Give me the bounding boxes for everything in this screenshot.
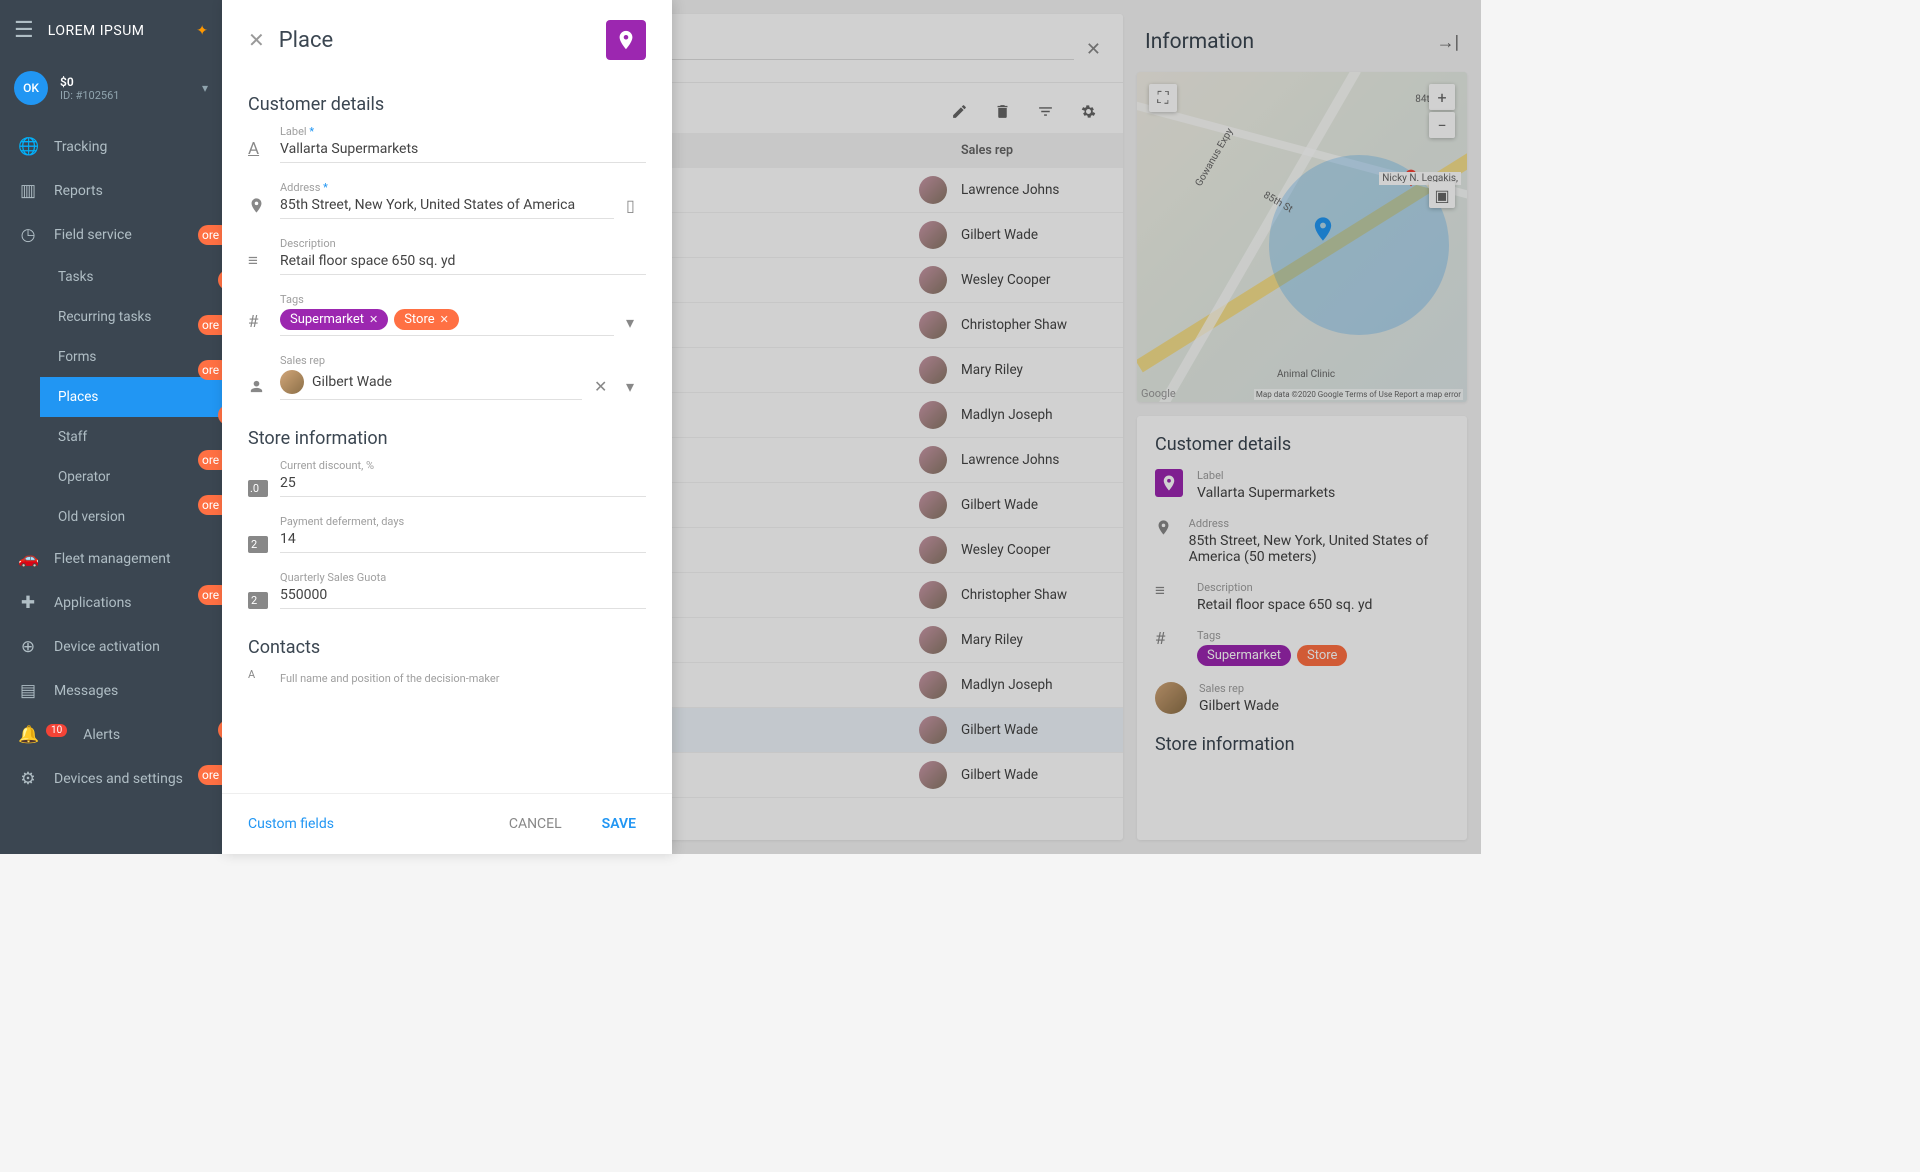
rep-avatar	[280, 370, 304, 394]
add-device-icon: ⊕	[18, 637, 38, 657]
text-icon: A	[248, 668, 268, 685]
disc-label: Current discount, %	[280, 459, 646, 472]
chevron-down-icon[interactable]: ▾	[626, 377, 646, 400]
fullname-label: Full name and position of the decision-m…	[280, 672, 646, 685]
chevron-down-icon: ▾	[202, 81, 208, 95]
chevron-down-icon[interactable]: ▾	[626, 313, 646, 336]
person-icon	[248, 376, 268, 400]
place-modal: ✕ Place Customer details A Label * Valla…	[222, 0, 672, 854]
disc-field[interactable]: 25	[280, 472, 646, 496]
address-field[interactable]: 85th Street, New York, United States of …	[280, 194, 614, 218]
alerts-badge: 10	[46, 724, 67, 737]
nav-fleet[interactable]: 🚗Fleet management	[0, 537, 222, 581]
decimal-icon: .0	[248, 480, 268, 497]
nav-places[interactable]: Places	[40, 377, 222, 417]
modal-title: Place	[279, 28, 592, 53]
nav-old[interactable]: Old version	[40, 497, 222, 537]
nav-field-service[interactable]: ◷Field service▴	[0, 213, 222, 257]
tags-field-label: Tags	[280, 293, 614, 306]
nav-forms[interactable]: Forms	[40, 337, 222, 377]
close-icon[interactable]: ✕	[248, 28, 265, 52]
nav-operator[interactable]: Operator	[40, 457, 222, 497]
chart-icon: ▥	[18, 181, 38, 201]
account-id: ID: #102561	[60, 89, 190, 102]
sidebar: ☰ LOREM IPSUM ✦ OK $0 ID: #102561 ▾ 🌐Tra…	[0, 0, 222, 854]
nav-tasks[interactable]: Tasks	[40, 257, 222, 297]
rep-field[interactable]: Gilbert Wade	[280, 367, 582, 399]
account-switcher[interactable]: OK $0 ID: #102561 ▾	[0, 61, 222, 125]
bell-icon: 🔔	[18, 725, 38, 745]
text-format-icon: A	[248, 139, 268, 163]
nav-staff[interactable]: Staff	[40, 417, 222, 457]
nav-devices[interactable]: ⚙Devices and settings	[0, 757, 222, 801]
address-field-label: Address	[280, 181, 320, 194]
remove-tag-icon[interactable]: ✕	[440, 313, 449, 326]
globe-icon: 🌐	[18, 137, 38, 157]
defer-field[interactable]: 14	[280, 528, 646, 552]
nav-recurring[interactable]: Recurring tasks	[40, 297, 222, 337]
nav-messages[interactable]: ▤Messages	[0, 669, 222, 713]
tag-chip[interactable]: Supermarket ✕	[280, 309, 388, 330]
message-icon: ▤	[18, 681, 38, 701]
clock-icon: ◷	[18, 225, 38, 245]
avatar: OK	[14, 71, 48, 105]
quota-field[interactable]: 550000	[280, 584, 646, 608]
label-field[interactable]: Vallarta Supermarkets	[280, 138, 646, 162]
nav-activation[interactable]: ⊕Device activation	[0, 625, 222, 669]
nav-alerts[interactable]: 🔔10Alerts	[0, 713, 222, 757]
tags-field[interactable]: Supermarket ✕ Store ✕	[280, 306, 614, 335]
sec-store-title: Store information	[248, 428, 646, 449]
menu-icon[interactable]: ☰	[14, 18, 34, 43]
number-icon: 2	[248, 592, 268, 609]
rep-field-label: Sales rep	[280, 354, 582, 367]
sec-contacts-title: Contacts	[248, 637, 646, 658]
account-balance: $0	[60, 75, 190, 89]
gear-icon: ⚙	[18, 769, 38, 789]
save-button[interactable]: SAVE	[592, 810, 646, 838]
brand-name: LOREM IPSUM	[48, 23, 183, 39]
tag-chip[interactable]: Store ✕	[394, 309, 459, 330]
remove-tag-icon[interactable]: ✕	[369, 313, 378, 326]
puzzle-icon: ✚	[18, 593, 38, 613]
location-icon	[248, 195, 268, 219]
pin-icon	[606, 20, 646, 60]
quota-label: Quarterly Sales Guota	[280, 571, 646, 584]
brand-logo-icon: ✦	[196, 23, 208, 39]
defer-label: Payment deferment, days	[280, 515, 646, 528]
custom-fields-link[interactable]: Custom fields	[248, 816, 479, 832]
desc-field-label: Description	[280, 237, 646, 250]
clear-rep-icon[interactable]: ✕	[594, 377, 614, 400]
nav-reports[interactable]: ▥Reports	[0, 169, 222, 213]
sec-customer-title: Customer details	[248, 94, 646, 115]
nav-apps[interactable]: ✚Applications	[0, 581, 222, 625]
hash-icon: #	[248, 312, 268, 336]
cancel-button[interactable]: CANCEL	[499, 810, 572, 838]
description-icon: ≡	[248, 251, 268, 275]
number-icon: 2	[248, 536, 268, 553]
map-picker-icon[interactable]: ▯	[626, 196, 646, 219]
car-icon: 🚗	[18, 549, 38, 569]
nav-tracking[interactable]: 🌐Tracking	[0, 125, 222, 169]
label-field-label: Label	[280, 125, 307, 138]
desc-field[interactable]: Retail floor space 650 sq. yd	[280, 250, 646, 274]
